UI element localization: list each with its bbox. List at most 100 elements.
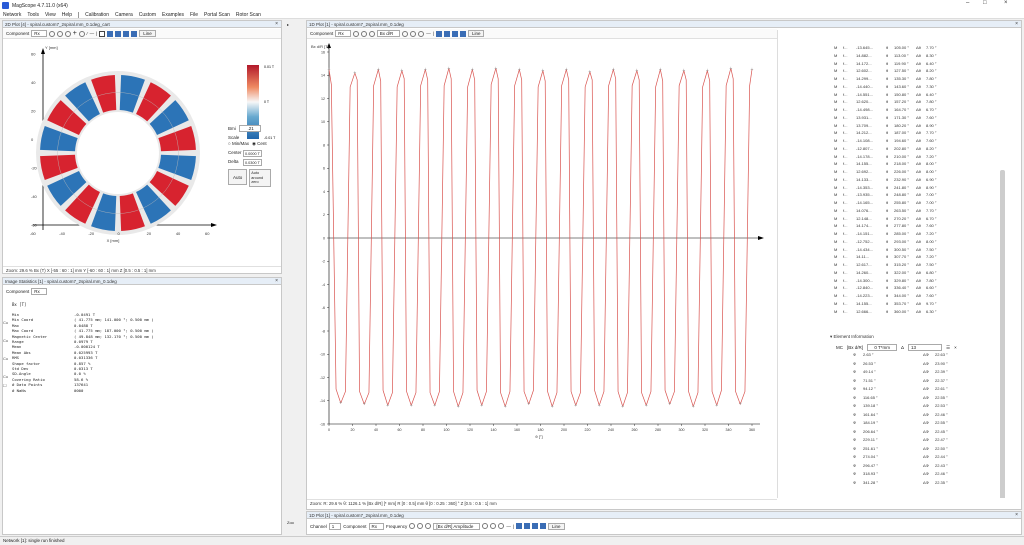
colormap-icon[interactable] xyxy=(115,30,122,37)
vertical-line-icon[interactable]: | xyxy=(96,31,97,36)
pole-row[interactable]: Mf... -14.434... θ 300.50 ° Δθ 7.50 ° xyxy=(834,247,1017,254)
menu-network[interactable]: Network xyxy=(3,12,21,18)
pole-row[interactable]: Mf... -14.551... θ 150.80 ° Δθ 6.40 ° xyxy=(834,92,1017,99)
pole-row[interactable]: Mf... 12.620... θ 157.20 ° Δθ 7.80 ° xyxy=(834,99,1017,106)
element-row[interactable]: Φ 206.64 ° ΔΦ 22.45 ° xyxy=(853,429,1017,436)
element-row[interactable]: Φ 49.14 ° ΔΦ 22.39 ° xyxy=(853,369,1017,376)
menu-rotor-scan[interactable]: Rotor Scan xyxy=(236,12,261,18)
minimize-button[interactable]: – xyxy=(966,0,969,6)
close-button[interactable]: × xyxy=(1004,0,1008,6)
pole-row[interactable]: Mf... 12.692... θ 226.00 ° Δθ 8.00 ° xyxy=(834,169,1017,176)
pole-row[interactable]: Mf... 14.076... θ 263.50 ° Δθ 7.70 ° xyxy=(834,208,1017,215)
pole-row[interactable]: Mf... -12.807... θ 202.80 ° Δθ 8.20 ° xyxy=(834,146,1017,153)
close-icon[interactable]: × xyxy=(1015,512,1018,518)
zoom-fit-icon[interactable] xyxy=(64,30,71,37)
line-button[interactable]: Line xyxy=(467,30,485,37)
pole-row[interactable]: Mf... 14.155... θ 218.00 ° Δθ 8.00 ° xyxy=(834,161,1017,168)
crosshair-icon[interactable]: + xyxy=(73,30,77,37)
auto-button[interactable]: Auto xyxy=(228,169,248,185)
component-select[interactable]: Rx xyxy=(368,522,385,530)
pole-row[interactable]: Mf... 12.602... θ 127.50 ° Δθ 8.20 ° xyxy=(834,68,1017,75)
pole-row[interactable]: Mf... -14.300... θ 329.80 ° Δθ 7.80 ° xyxy=(834,278,1017,285)
pole-row[interactable]: Mf... 14.882... θ 113.00 ° Δθ 8.30 ° xyxy=(834,53,1017,60)
pole-row[interactable]: Mf... -14.108... θ 194.60 ° Δθ 7.60 ° xyxy=(834,138,1017,145)
horizontal-line-icon[interactable]: — xyxy=(90,31,95,36)
center-input[interactable]: 0.0000 T xyxy=(243,150,262,157)
grid-icon[interactable] xyxy=(435,30,442,37)
vertical-line-icon[interactable]: | xyxy=(433,31,434,36)
element-row[interactable]: Φ 274.04 ° ΔΦ 22.44 ° xyxy=(853,454,1017,461)
pole-row[interactable]: Mf... -14.440... θ 143.60 ° Δθ 7.30 ° xyxy=(834,84,1017,91)
element-row[interactable]: Φ 296.47 ° ΔΦ 22.43 ° xyxy=(853,463,1017,470)
mc-toggle[interactable]: MC xyxy=(836,345,843,350)
zoom-y-fit-icon[interactable] xyxy=(498,523,505,529)
amplitude-select[interactable]: [Bx d/R] Amplitude xyxy=(433,522,481,530)
pole-row[interactable]: Mf... 14.174... θ 277.80 ° Δθ 7.60 ° xyxy=(834,223,1017,230)
pole-row[interactable]: Mf... -12.752... θ 293.00 ° Δθ 8.00 ° xyxy=(834,239,1017,246)
menu-view[interactable]: View xyxy=(45,12,56,18)
rectangle-icon[interactable] xyxy=(99,30,106,37)
list-icon[interactable]: ☰ xyxy=(946,345,950,351)
menu-portal-scan[interactable]: Portal Scan xyxy=(204,12,230,18)
line-button[interactable]: Line xyxy=(139,30,156,37)
menu-examples[interactable]: Examples xyxy=(162,12,184,18)
menu-camera[interactable]: Camera xyxy=(115,12,133,18)
pole-row[interactable]: Mf... -13.645... θ 105.00 ° Δθ 7.70 ° xyxy=(834,45,1017,52)
pole-row[interactable]: Mf... 13.931... θ 171.30 ° Δθ 7.60 ° xyxy=(834,115,1017,122)
zoom-y-out-icon[interactable] xyxy=(490,523,497,529)
pole-row[interactable]: Mf... 14.299... θ 135.30 ° Δθ 7.80 ° xyxy=(834,76,1017,83)
element-row[interactable]: Φ 184.19 ° ΔΦ 22.55 ° xyxy=(853,420,1017,427)
menu-calibration[interactable]: Calibration xyxy=(85,12,109,18)
view-icon[interactable] xyxy=(532,523,539,529)
export-icon[interactable] xyxy=(459,30,466,37)
zoom-fit-icon[interactable] xyxy=(425,523,432,529)
circle-icon[interactable] xyxy=(78,30,85,37)
delta-input[interactable]: 0.0300 T xyxy=(243,159,262,166)
marker-icon[interactable] xyxy=(443,30,450,37)
component-select[interactable]: Rx xyxy=(31,287,47,295)
pole-row[interactable]: Mf... 14.11... θ 307.70 ° Δθ 7.20 ° xyxy=(834,254,1017,261)
menu-file[interactable]: File xyxy=(190,12,198,18)
element-row[interactable]: Φ 341.28 ° ΔΦ 22.35 ° xyxy=(853,480,1017,487)
line-tool-icon[interactable]: ⁄ xyxy=(87,31,88,36)
export-icon[interactable] xyxy=(131,30,138,37)
element-row[interactable]: Φ 251.61 ° ΔΦ 22.50 ° xyxy=(853,446,1017,453)
close-icon[interactable]: × xyxy=(1015,21,1018,27)
axis-select[interactable]: Bx d/R xyxy=(376,30,401,37)
grid-icon[interactable] xyxy=(107,30,114,37)
channel-select[interactable]: 1 xyxy=(328,522,342,530)
pole-row[interactable]: Mf... 12.666... θ 360.00 ° Δθ 6.30 ° xyxy=(834,309,1017,316)
vertical-line-icon[interactable]: | xyxy=(513,524,514,529)
view-icon[interactable] xyxy=(123,30,130,37)
menu-help[interactable]: Help xyxy=(62,12,72,18)
close-icon[interactable]: × xyxy=(275,21,278,27)
element-row[interactable]: Φ 116.65 ° ΔΦ 22.55 ° xyxy=(853,395,1017,402)
line-button[interactable]: Line xyxy=(548,522,565,530)
zoom-in-icon[interactable] xyxy=(48,30,55,37)
delta-input[interactable]: 13 xyxy=(908,344,943,351)
element-row[interactable]: Φ 161.64 ° ΔΦ 22.46 ° xyxy=(853,412,1017,419)
zoom-out-icon[interactable] xyxy=(417,523,424,529)
pole-row[interactable]: Mf... 14.133... θ 232.90 ° Δθ 6.90 ° xyxy=(834,177,1017,184)
zoom-y-in-icon[interactable] xyxy=(402,30,409,37)
element-row[interactable]: Φ 26.53 ° ΔΦ 23.90 ° xyxy=(853,361,1017,368)
zoom-y-out-icon[interactable] xyxy=(410,30,417,37)
pole-row[interactable]: Mf... -13.935... θ 248.80 ° Δθ 7.00 ° xyxy=(834,192,1017,199)
element-row[interactable]: Φ 94.12 ° ΔΦ 22.61 ° xyxy=(853,386,1017,393)
pole-row[interactable]: Mf... 14.212... θ 187.00 ° Δθ 7.70 ° xyxy=(834,130,1017,137)
pole-row[interactable]: Mf... 14.155... θ 353.70 ° Δθ 9.70 ° xyxy=(834,301,1017,308)
grid-icon[interactable] xyxy=(516,523,523,529)
pole-row[interactable]: Mf... -14.165... θ 255.80 ° Δθ 7.00 ° xyxy=(834,200,1017,207)
pole-row[interactable]: Mf... 14.172... θ 119.90 ° Δθ 6.40 ° xyxy=(834,61,1017,68)
zoom-in-icon[interactable] xyxy=(409,523,416,529)
close-icon[interactable]: × xyxy=(275,278,278,284)
element-row[interactable]: Φ 71.51 ° ΔΦ 22.37 ° xyxy=(853,378,1017,385)
pole-row[interactable]: Mf... -12.840... θ 336.40 ° Δθ 6.60 ° xyxy=(834,285,1017,292)
close-icon[interactable]: × xyxy=(954,345,957,350)
element-row[interactable]: Φ 229.11 ° ΔΦ 22.47 ° xyxy=(853,437,1017,444)
minmax-radio[interactable]: ○ Min/Max xyxy=(228,141,249,147)
maximize-button[interactable]: □ xyxy=(983,0,987,6)
pole-row[interactable]: Mf... 13.709... θ 180.20 ° Δθ 8.90 ° xyxy=(834,123,1017,130)
view-icon[interactable] xyxy=(451,30,458,37)
pole-row[interactable]: Mf... -14.178... θ 210.00 ° Δθ 7.20 ° xyxy=(834,154,1017,161)
